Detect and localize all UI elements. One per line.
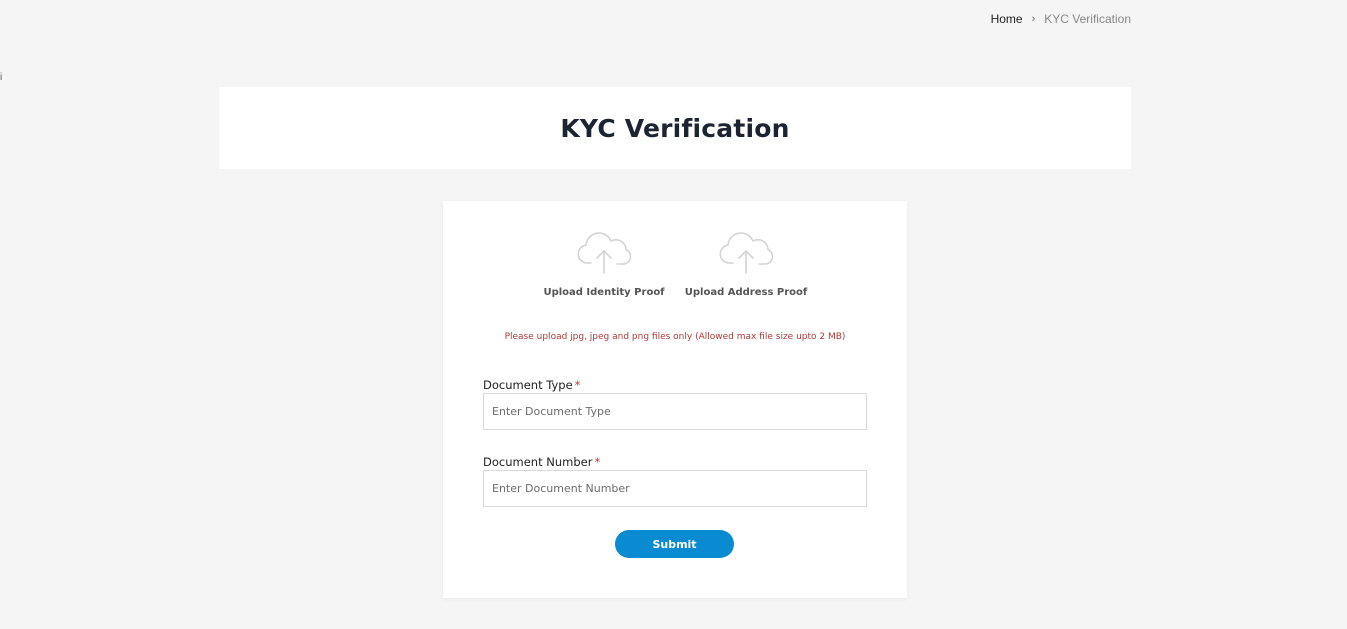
document-number-label: Document Number * [483, 455, 867, 469]
submit-button[interactable]: Submit [615, 530, 734, 558]
breadcrumb: Home › KYC Verification [991, 12, 1131, 26]
upload-identity-proof-button[interactable]: Upload Identity Proof [543, 229, 665, 298]
stray-mark: i [0, 72, 3, 83]
document-number-label-text: Document Number [483, 455, 593, 469]
document-type-label-text: Document Type [483, 378, 573, 392]
required-mark: * [574, 378, 581, 392]
document-type-input[interactable] [483, 393, 867, 430]
upload-address-proof-button[interactable]: Upload Address Proof [685, 229, 807, 298]
required-mark: * [594, 455, 601, 469]
upload-note: Please upload jpg, jpeg and png files on… [504, 332, 846, 342]
cloud-upload-icon [577, 232, 631, 274]
document-type-label: Document Type * [483, 378, 867, 392]
kyc-form-card: Upload Identity Proof Upload Address Pro… [443, 201, 907, 598]
upload-identity-proof-label: Upload Identity Proof [543, 287, 665, 298]
cloud-upload-icon [719, 232, 773, 274]
document-type-field: Document Type * [483, 378, 867, 430]
breadcrumb-home-link[interactable]: Home [991, 12, 1023, 26]
chevron-right-icon: › [1031, 13, 1036, 25]
page-title: KYC Verification [560, 113, 790, 143]
document-number-field: Document Number * [483, 455, 867, 507]
upload-section: Upload Identity Proof Upload Address Pro… [443, 229, 907, 298]
breadcrumb-current: KYC Verification [1044, 12, 1131, 26]
title-banner: KYC Verification [219, 87, 1131, 169]
document-number-input[interactable] [483, 470, 867, 507]
upload-address-proof-label: Upload Address Proof [684, 287, 808, 298]
page: i Home › KYC Verification KYC Verificati… [0, 0, 1347, 629]
